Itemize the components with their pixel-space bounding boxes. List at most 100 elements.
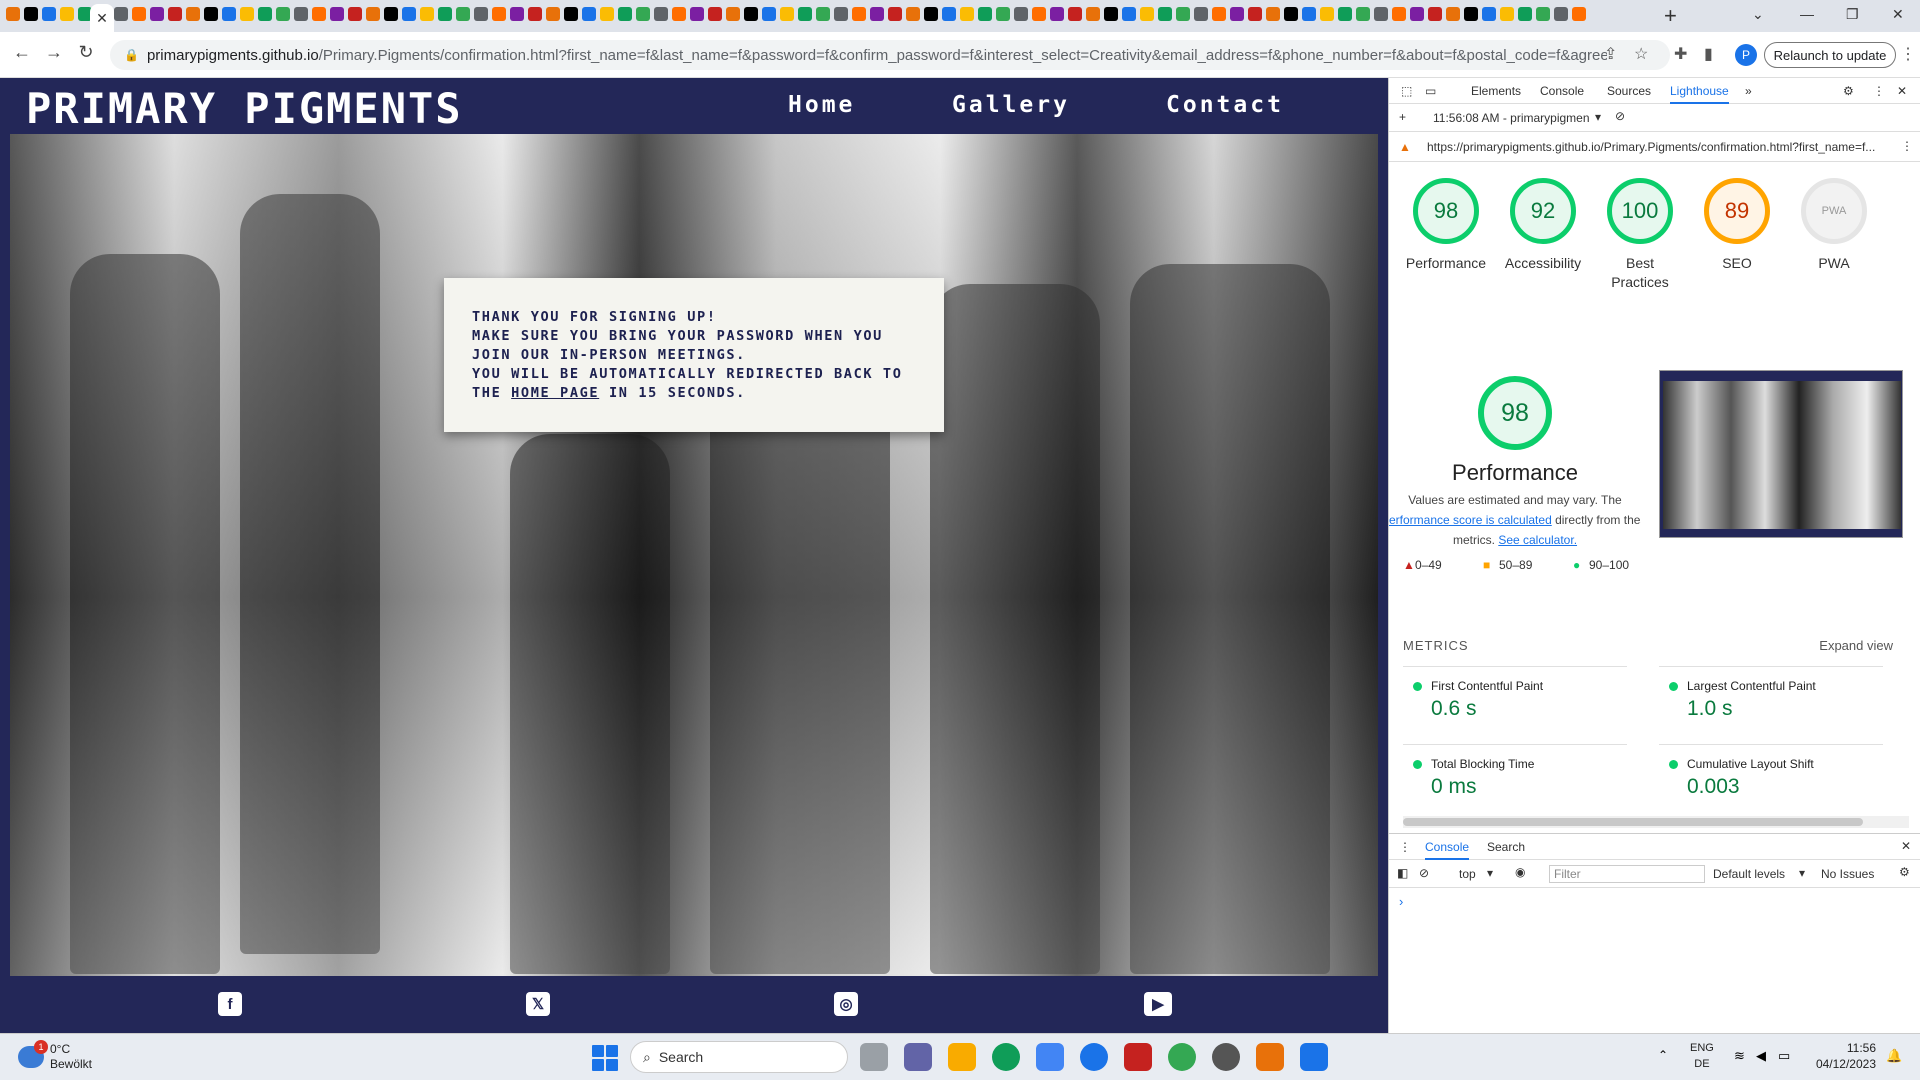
tab-favicon-icon[interactable] — [168, 7, 182, 21]
tab-favicon-icon[interactable] — [1392, 7, 1406, 21]
tab-favicon-icon[interactable] — [906, 7, 920, 21]
wifi-icon[interactable]: ≋ — [1734, 1048, 1745, 1064]
tab-favicon-icon[interactable] — [312, 7, 326, 21]
tab-favicon-icon[interactable] — [1158, 7, 1172, 21]
dropdown-icon[interactable]: ▾ — [1595, 110, 1601, 124]
tab-favicon-icon[interactable] — [1104, 7, 1118, 21]
maximize-button[interactable]: ❐ — [1846, 6, 1859, 23]
active-tab-close-icon[interactable]: ✕ — [90, 4, 114, 32]
eye-icon[interactable]: ◉ — [1515, 865, 1525, 879]
tab-favicon-icon[interactable] — [564, 7, 578, 21]
gauge-seo[interactable]: 89 SEO — [1692, 178, 1782, 273]
tab-favicon-icon[interactable] — [366, 7, 380, 21]
tab-favicon-icon[interactable] — [1410, 7, 1424, 21]
tab-favicon-icon[interactable] — [294, 7, 308, 21]
tab-favicon-icon[interactable] — [978, 7, 992, 21]
tray-overflow-icon[interactable]: ⌃ — [1658, 1048, 1668, 1062]
tab-favicon-icon[interactable] — [42, 7, 56, 21]
drawer-tab-console[interactable]: Console — [1425, 840, 1470, 860]
tab-favicon-icon[interactable] — [186, 7, 200, 21]
tab-favicon-icon[interactable] — [204, 7, 218, 21]
tab-favicon-icon[interactable] — [1176, 7, 1190, 21]
tab-favicon-icon[interactable] — [924, 7, 938, 21]
tab-favicon-icon[interactable] — [438, 7, 452, 21]
page-screenshot-thumbnail[interactable] — [1659, 370, 1903, 538]
tab-favicon-icon[interactable] — [474, 7, 488, 21]
more-tabs-icon[interactable]: » — [1745, 84, 1752, 98]
file-explorer-icon[interactable] — [948, 1043, 976, 1071]
tab-favicon-icon[interactable] — [888, 7, 902, 21]
tab-favicon-icon[interactable] — [672, 7, 686, 21]
score-calculated-link[interactable]: erformance score is calculated — [1389, 513, 1552, 527]
context-select[interactable]: top — [1459, 867, 1476, 881]
tab-sources[interactable]: Sources — [1607, 84, 1651, 98]
tab-favicon-icon[interactable] — [654, 7, 668, 21]
app-icon[interactable] — [1256, 1043, 1284, 1071]
facebook-icon[interactable]: f — [218, 992, 242, 1016]
notification-bell-icon[interactable]: 🔔 — [1886, 1048, 1902, 1064]
tab-favicon-icon[interactable] — [1338, 7, 1352, 21]
tab-favicon-icon[interactable] — [1572, 7, 1586, 21]
clear-console-icon[interactable]: ⊘ — [1419, 866, 1429, 880]
tab-favicon-icon[interactable] — [402, 7, 416, 21]
edge-icon[interactable] — [992, 1043, 1020, 1071]
system-clock[interactable]: 11:56 04/12/2023 — [1812, 1040, 1876, 1072]
tab-favicon-icon[interactable] — [24, 7, 38, 21]
tab-favicon-icon[interactable] — [852, 7, 866, 21]
console-settings-icon[interactable]: ⚙ — [1899, 865, 1910, 879]
tab-favicon-icon[interactable] — [618, 7, 632, 21]
tab-favicon-icon[interactable] — [708, 7, 722, 21]
tab-favicon-icon[interactable] — [1356, 7, 1370, 21]
tab-favicon-icon[interactable] — [1248, 7, 1262, 21]
tab-favicon-icon[interactable] — [690, 7, 704, 21]
tab-favicon-icon[interactable] — [744, 7, 758, 21]
more-options-icon[interactable]: ⋮ — [1873, 84, 1885, 98]
tab-elements[interactable]: Elements — [1471, 84, 1521, 98]
tab-favicon-icon[interactable] — [1536, 7, 1550, 21]
site-brand[interactable]: PRIMARY PIGMENTS — [26, 84, 463, 133]
report-url[interactable]: https://primarypigments.github.io/Primar… — [1427, 140, 1887, 154]
tab-favicon-icon[interactable] — [1014, 7, 1028, 21]
relaunch-button[interactable]: Relaunch to update — [1764, 42, 1896, 68]
see-calculator-link[interactable]: See calculator. — [1498, 533, 1577, 547]
tab-favicon-icon[interactable] — [1140, 7, 1154, 21]
gauge-best-practices[interactable]: 100 Best Practices — [1595, 178, 1685, 292]
tab-favicon-icon[interactable] — [258, 7, 272, 21]
instagram-icon[interactable]: ◎ — [834, 992, 858, 1016]
sidebar-toggle-icon[interactable]: ◧ — [1397, 866, 1408, 880]
tab-search-icon[interactable]: ⌄ — [1752, 6, 1764, 23]
task-view-icon[interactable] — [860, 1043, 888, 1071]
tab-favicon-icon[interactable] — [762, 7, 776, 21]
drawer-tab-search[interactable]: Search — [1487, 840, 1525, 854]
gauge-performance[interactable]: 98 Performance — [1401, 178, 1491, 273]
tab-favicon-icon[interactable] — [1068, 7, 1082, 21]
tab-favicon-icon[interactable] — [1518, 7, 1532, 21]
tab-favicon-icon[interactable] — [1230, 7, 1244, 21]
x-icon[interactable]: 𝕏 — [526, 992, 550, 1016]
tab-favicon-icon[interactable] — [942, 7, 956, 21]
new-report-icon[interactable]: + — [1399, 110, 1406, 124]
tab-favicon-icon[interactable] — [510, 7, 524, 21]
tab-favicon-icon[interactable] — [780, 7, 794, 21]
taskbar-search[interactable]: ⌕ Search — [630, 1041, 848, 1073]
tab-favicon-icon[interactable] — [456, 7, 470, 21]
bookmark-star-icon[interactable]: ☆ — [1634, 44, 1648, 64]
teams-icon[interactable] — [904, 1043, 932, 1071]
tab-favicon-icon[interactable] — [1446, 7, 1460, 21]
reload-button[interactable]: ↻ — [74, 42, 98, 63]
close-window-button[interactable]: ✕ — [1892, 6, 1904, 23]
nav-home[interactable]: Home — [788, 92, 855, 118]
tab-favicon-icon[interactable] — [1284, 7, 1298, 21]
youtube-icon[interactable]: ▶ — [1144, 992, 1172, 1016]
tab-favicon-icon[interactable] — [600, 7, 614, 21]
inspect-icon[interactable]: ⬚ — [1401, 84, 1412, 98]
address-bar[interactable]: 🔒 primarypigments.github.io/Primary.Pigm… — [110, 40, 1670, 70]
console-filter-input[interactable]: Filter — [1549, 865, 1705, 883]
tab-favicon-icon[interactable] — [960, 7, 974, 21]
expand-view-button[interactable]: Expand view — [1819, 638, 1893, 653]
notepad-icon[interactable] — [1300, 1043, 1328, 1071]
tab-favicon-icon[interactable] — [726, 7, 740, 21]
gauge-pwa[interactable]: PWA PWA — [1789, 178, 1879, 273]
tab-favicon-icon[interactable] — [150, 7, 164, 21]
tab-favicon-icon[interactable] — [1266, 7, 1280, 21]
